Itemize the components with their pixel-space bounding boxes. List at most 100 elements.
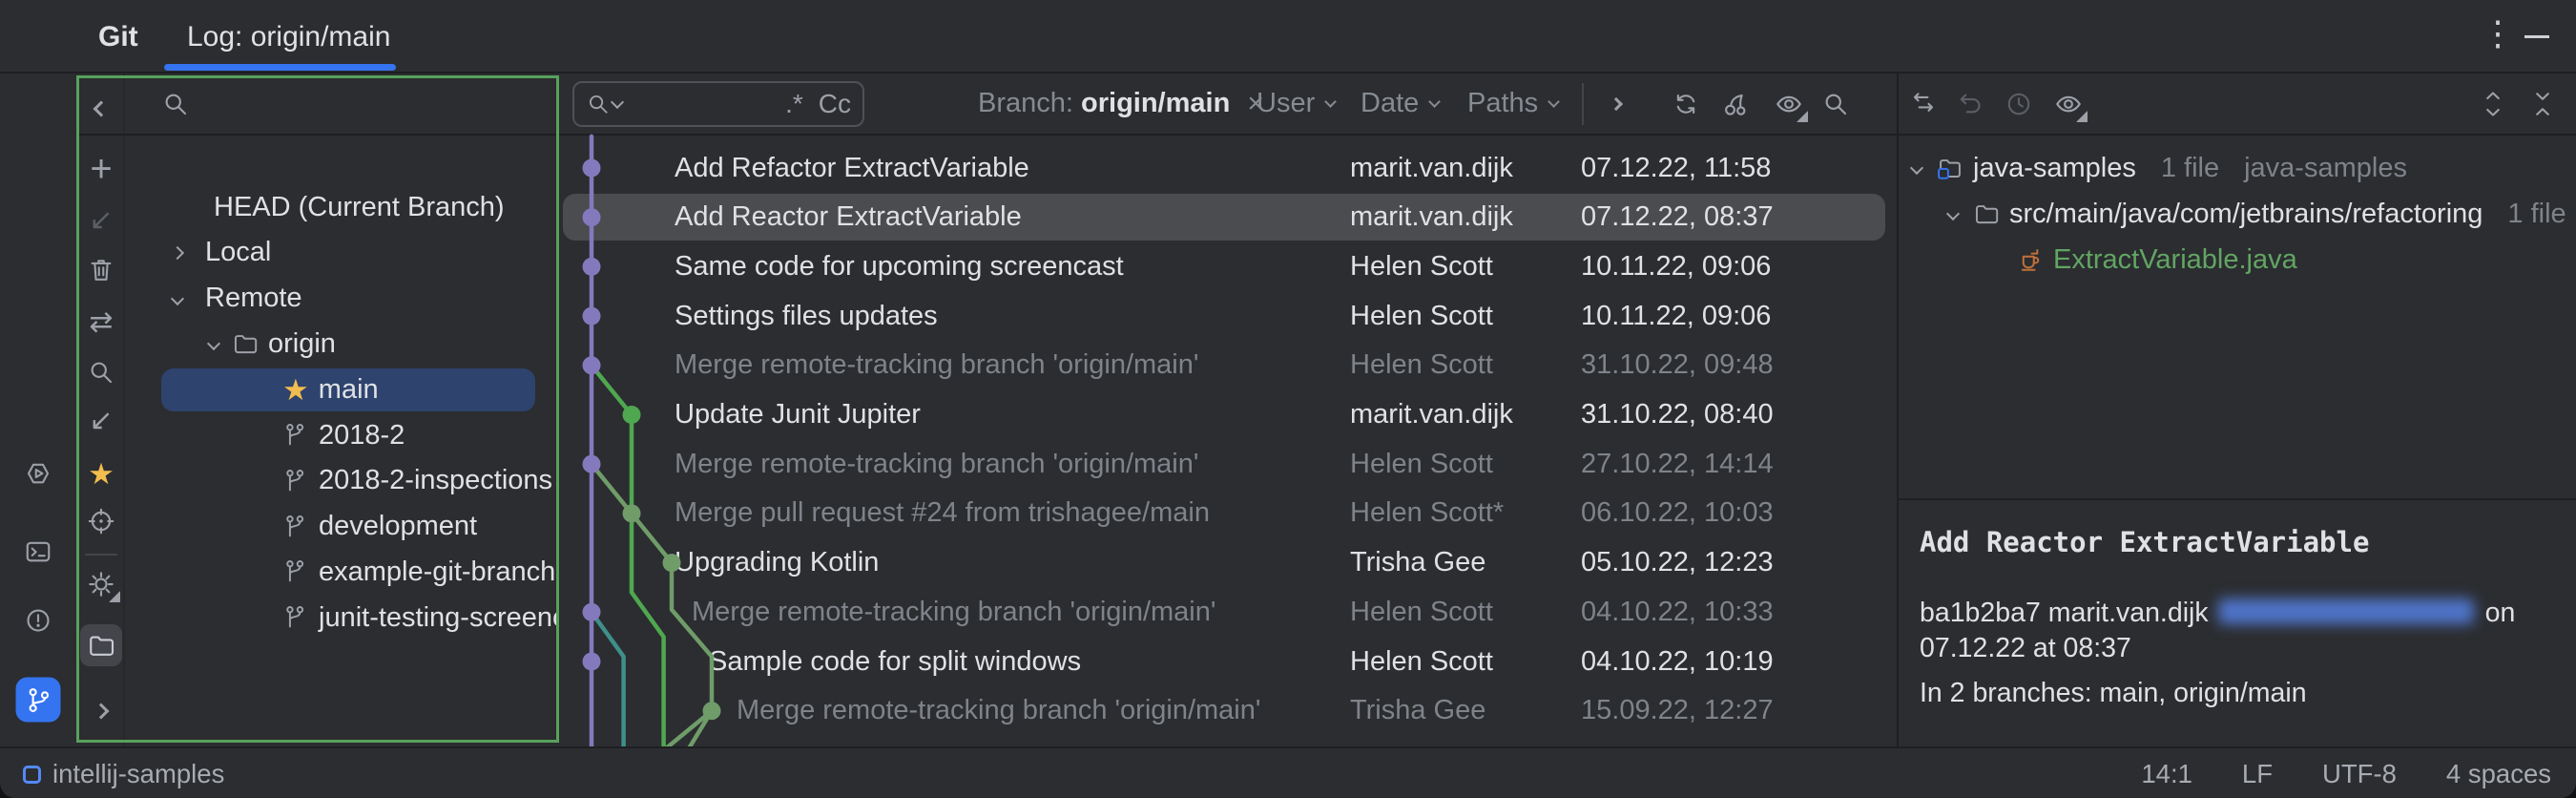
caret-corner [2076, 111, 2088, 122]
commit-author: Helen Scott [1350, 596, 1493, 627]
sidebar-item-junit-testing-screenc[interactable]: junit-testing-screenc [125, 597, 559, 640]
commit-row[interactable]: Merge remote-tracking branch 'origin/mai… [563, 589, 1885, 636]
project-widget[interactable]: intellij-samples [23, 748, 224, 798]
problems-icon[interactable] [17, 599, 59, 641]
commit-message: Merge pull request #24 from trishagee/ma… [675, 497, 1210, 529]
commit-hash[interactable]: ba1b2ba7 [1920, 598, 2041, 628]
commit-row[interactable]: Merge remote-tracking branch 'origin/mai… [563, 441, 1885, 488]
tab-log-origin-main[interactable]: Log: origin/main [187, 21, 390, 53]
toolbar-separator [1582, 83, 1584, 125]
sidebar-item-remote[interactable]: Remote [125, 277, 559, 320]
commit-row[interactable]: Same code for upcoming screencast Helen S… [563, 243, 1885, 290]
commit-row[interactable]: Sample code for split windows Helen Scott… [563, 639, 1885, 685]
regex-toggle[interactable]: .* [785, 89, 803, 119]
chevron-right-glyph [93, 703, 110, 720]
sidebar-item-main[interactable]: ★ main [125, 368, 559, 411]
file-row[interactable]: ExtractVariable.java [1899, 240, 2576, 280]
log-search-input[interactable] [622, 87, 771, 121]
delete-branch-icon[interactable] [80, 249, 122, 291]
chevron-down-icon[interactable] [206, 337, 221, 351]
paths-filter[interactable]: Paths [1467, 74, 1561, 134]
navigate-log-icon[interactable]: ↙ [80, 400, 122, 442]
folder-icon [1973, 200, 2000, 227]
encoding-widget[interactable]: UTF-8 [2322, 759, 2397, 789]
toolbar-separator [85, 554, 117, 556]
match-case-toggle[interactable]: Cc [819, 89, 851, 119]
user-filter[interactable]: User [1257, 74, 1338, 134]
cherry-pick-icon[interactable] [1714, 83, 1756, 125]
commit-log-panel: .* Cc Branch: origin/main × User Date Pa… [561, 74, 1897, 746]
chevron-right-icon[interactable] [170, 245, 185, 260]
sidebar-item-local[interactable]: Local [125, 231, 559, 274]
show-more-filters-icon[interactable] [1595, 83, 1637, 125]
sidebar-item-example-git-branch[interactable]: example-git-branch [125, 551, 559, 594]
log-search-field[interactable]: .* Cc [572, 81, 864, 127]
commit-row[interactable]: Merge pull request #24 from trishagee/ma… [563, 490, 1885, 536]
commit-message: Merge remote-tracking branch 'origin/mai… [692, 596, 1216, 627]
locate-branch-icon[interactable] [80, 500, 122, 542]
favorite-branches-icon[interactable]: ★ [80, 452, 122, 494]
commit-author: Helen Scott* [1350, 497, 1505, 529]
chevron-down-icon[interactable] [170, 291, 185, 305]
new-branch-icon[interactable]: + [80, 150, 122, 192]
indent-widget[interactable]: 4 spaces [2446, 759, 2551, 789]
search-branch-icon[interactable] [80, 351, 122, 393]
commit-meta: ba1b2ba7 marit.van.dijk on 07.12.22 at 08… [1920, 598, 2516, 663]
title-bar: Git Log: origin/main ⋮ [0, 0, 2576, 74]
go-to-hash-icon[interactable] [1815, 83, 1857, 125]
sidebar-item-development[interactable]: development [125, 505, 559, 548]
commit-row[interactable]: Merge remote-tracking branch 'origin/mai… [563, 342, 1885, 388]
chevron-right-glyph [1609, 96, 1624, 112]
caret-position-widget[interactable]: 14:1 [2141, 759, 2192, 789]
refresh-log-icon[interactable] [1665, 83, 1707, 125]
rollback-icon[interactable] [1950, 83, 1992, 125]
commit-title: Add Reactor ExtractVariable [1920, 526, 2370, 558]
branch-filter[interactable]: Branch: origin/main × [978, 74, 1264, 134]
hide-panel-icon[interactable] [80, 88, 122, 130]
commit-row[interactable]: Settings files updates Helen Scott 10.11.2… [563, 293, 1885, 340]
preview-diff-icon[interactable] [2047, 83, 2089, 125]
commit-row[interactable]: Add Reactor ExtractVariable marit.van.dij… [563, 194, 1885, 242]
eye-options-icon[interactable] [1768, 83, 1810, 125]
chevron-down-icon [1428, 95, 1442, 108]
expand-panel-icon[interactable] [80, 690, 122, 732]
line-separator-widget[interactable]: LF [2242, 759, 2273, 789]
commit-row[interactable]: Upgrading Kotlin Trisha Gee 05.10.22, 12:2… [563, 539, 1885, 586]
diff-preview-icon[interactable]: ↙ [80, 200, 122, 242]
group-by-directory-icon[interactable] [80, 624, 122, 666]
date-filter[interactable]: Date [1361, 74, 1442, 134]
file-meta: 1 file [2507, 198, 2566, 229]
commit-row[interactable]: Add Refactor ExtractVariable marit.van.di… [563, 145, 1885, 192]
sidebar-item-2018-2-inspections[interactable]: 2018-2-inspections [125, 459, 559, 502]
collapse-all-icon[interactable] [2522, 83, 2564, 125]
settings-icon[interactable] [80, 563, 122, 605]
compare-with-local-icon[interactable] [1902, 83, 1944, 125]
commit-row[interactable]: Merge remote-tracking branch 'origin/mai… [563, 687, 1885, 734]
file-row[interactable]: java-samples 1 file java-samples [1899, 148, 2576, 188]
sidebar-item-2018-2[interactable]: 2018-2 [125, 414, 559, 457]
branch-icon [282, 514, 309, 540]
sidebar-item-origin[interactable]: origin [125, 323, 559, 366]
expand-all-icon[interactable] [2472, 83, 2514, 125]
chevron-down-icon[interactable] [1909, 160, 1924, 176]
version-control-icon[interactable] [15, 677, 61, 723]
more-options-icon[interactable]: ⋮ [2479, 13, 2517, 53]
branch-icon [282, 558, 309, 585]
services-icon[interactable] [17, 452, 59, 494]
file-row[interactable]: src/main/java/com/jetbrains/refactoring 1… [1899, 194, 2576, 234]
fetch-icon[interactable]: ⇄ [80, 302, 122, 344]
branches-search-row [125, 74, 559, 134]
branch-icon [282, 422, 309, 449]
commit-author: marit.van.dijk [1350, 201, 1513, 233]
terminal-icon[interactable] [17, 531, 59, 573]
branch-label: 2018-2-inspections [319, 465, 553, 496]
branches-search-input[interactable] [201, 81, 545, 125]
branches-panel: HEAD (Current Branch) Local Remote origin ★ m… [125, 74, 559, 746]
chevron-down-icon[interactable] [1945, 206, 1961, 221]
commit-message: Update Junit Jupiter [675, 399, 921, 430]
show-history-icon[interactable] [1998, 83, 2040, 125]
commit-row[interactable]: Update Junit Jupiter marit.van.dijk 31.10.… [563, 391, 1885, 438]
branches-search-icon [155, 83, 197, 125]
sidebar-item-head-current-branch-[interactable]: HEAD (Current Branch) [125, 186, 559, 229]
hide-tool-window-icon[interactable] [2524, 35, 2549, 38]
